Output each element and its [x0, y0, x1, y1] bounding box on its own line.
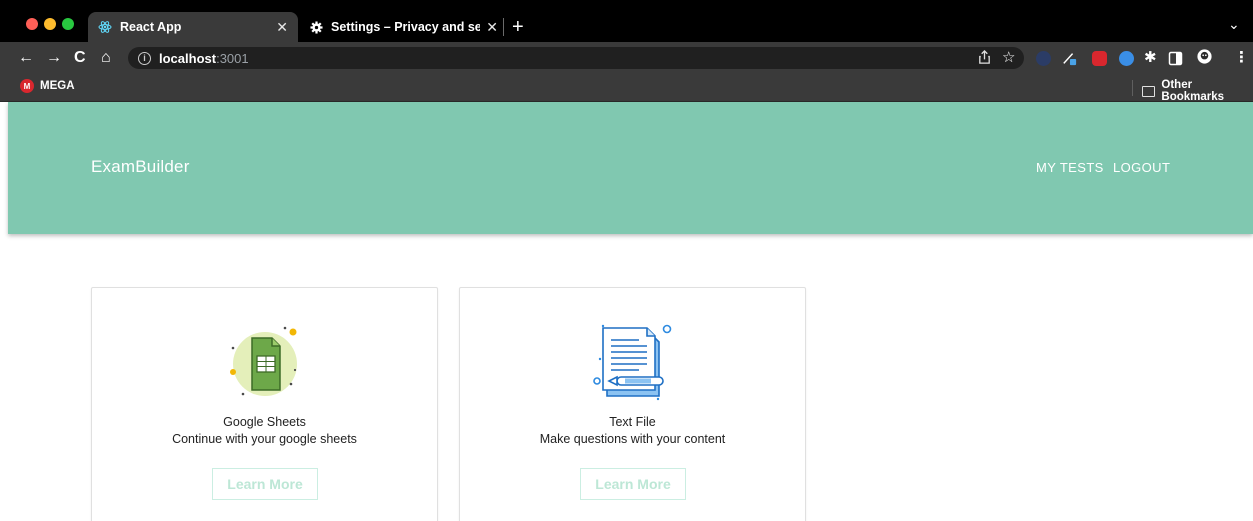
reload-icon[interactable]: C [74, 48, 86, 68]
gear-icon [310, 20, 323, 34]
google-sheets-icon [230, 326, 297, 396]
text-file-icon [593, 324, 672, 401]
close-tab-icon[interactable]: ✕ [276, 19, 288, 36]
app-header: ExamBuilder MY TESTS LOGOUT [8, 102, 1253, 234]
bookmark-divider [1132, 80, 1133, 96]
bookmark-mega[interactable]: M MEGA [20, 79, 75, 93]
bookmark-other[interactable]: Other Bookmarks [1142, 79, 1253, 103]
brand-logo[interactable]: ExamBuilder [91, 157, 190, 177]
bookmarks-bar: M MEGA Other Bookmarks [0, 74, 1253, 103]
more-menu-icon[interactable]: ⋮ [1234, 49, 1249, 67]
close-tab-icon[interactable]: ✕ [486, 19, 498, 36]
learn-more-button[interactable]: Learn More [212, 468, 318, 500]
address-bar[interactable]: i localhost :3001 [128, 47, 1024, 69]
browser-tab-strip: React App ✕ Settings – Privacy and secur… [0, 0, 1253, 42]
react-logo-icon [98, 21, 112, 33]
close-window-button[interactable] [26, 18, 38, 30]
card-title: Google Sheets [223, 415, 306, 429]
side-panel-icon[interactable] [1168, 51, 1183, 66]
back-arrow-icon[interactable]: ← [18, 48, 34, 68]
address-port: :3001 [216, 50, 249, 66]
card-text-file: Text File Make questions with your conte… [459, 287, 806, 521]
browser-toolbar: ← → C ⌂ i localhost :3001 ☆ ✱ ⋮ [0, 42, 1253, 74]
extension-pen-icon[interactable] [1062, 51, 1077, 66]
extension-cursor-icon[interactable] [1036, 51, 1051, 66]
info-icon[interactable]: i [138, 51, 151, 65]
extension-blue-icon[interactable] [1119, 51, 1134, 66]
home-icon[interactable]: ⌂ [101, 48, 111, 68]
nav-my-tests[interactable]: MY TESTS [1036, 160, 1104, 175]
profile-avatar-icon[interactable] [1197, 49, 1212, 64]
tab-title: React App [120, 20, 182, 34]
learn-more-button[interactable]: Learn More [580, 468, 686, 500]
card-description: Continue with your google sheets [172, 432, 357, 446]
mega-logo-icon: M [20, 79, 34, 93]
minimize-window-button[interactable] [44, 18, 56, 30]
new-tab-icon[interactable]: + [512, 14, 524, 40]
tab-title: Settings – Privacy and security [331, 20, 481, 34]
folder-icon [1142, 85, 1156, 97]
card-description: Make questions with your content [539, 432, 726, 446]
star-bookmark-icon[interactable]: ☆ [1002, 49, 1015, 67]
tab-divider [503, 18, 504, 36]
card-title: Text File [609, 415, 656, 429]
share-icon[interactable] [977, 50, 992, 65]
tab-react-app[interactable]: React App ✕ [88, 12, 298, 42]
zoom-window-button[interactable] [62, 18, 74, 30]
tab-settings[interactable]: Settings – Privacy and security ✕ [300, 12, 508, 42]
nav-logout[interactable]: LOGOUT [1113, 160, 1170, 175]
extension-red-icon[interactable] [1092, 51, 1107, 66]
puzzle-extensions-icon[interactable]: ✱ [1144, 49, 1157, 67]
card-google-sheets: Google Sheets Continue with your google … [91, 287, 438, 521]
chevron-down-icon[interactable]: ⌄ [1228, 16, 1240, 33]
forward-arrow-icon[interactable]: → [46, 48, 62, 68]
address-host: localhost [159, 50, 217, 66]
bookmark-label: Other Bookmarks [1161, 79, 1225, 103]
bookmark-label: MEGA [40, 80, 75, 92]
